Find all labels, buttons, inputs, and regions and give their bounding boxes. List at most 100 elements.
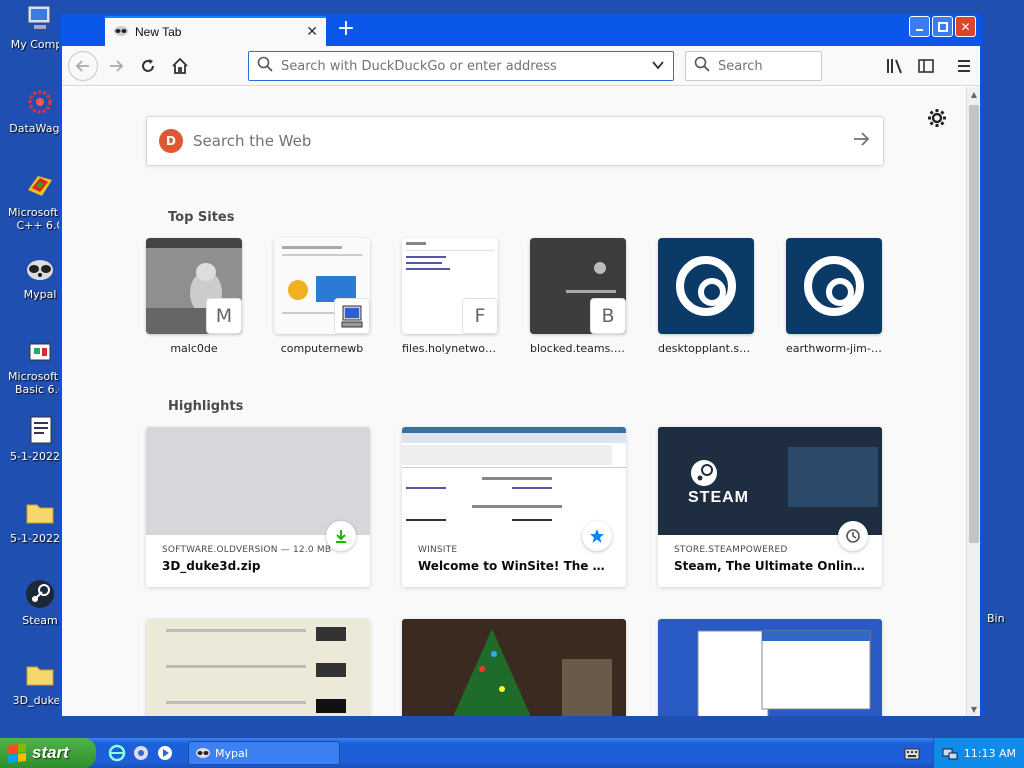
- computer-icon: [24, 2, 56, 34]
- maximize-button[interactable]: [932, 16, 953, 37]
- speech-ring-icon: [804, 256, 864, 316]
- ie-icon[interactable]: [108, 744, 126, 762]
- highlight-title: Steam, The Ultimate Online Ga...: [674, 559, 866, 573]
- highlight-source: STORE.STEAMPOWERED: [674, 545, 788, 555]
- top-site-tile[interactable]: earthworm-jim-de...: [786, 238, 882, 355]
- home-button[interactable]: [166, 52, 194, 80]
- chevron-down-icon[interactable]: [651, 57, 665, 76]
- keyboard-icon[interactable]: [904, 746, 920, 760]
- top-site-tile[interactable]: desktopplant.soft...: [658, 238, 754, 355]
- library-button[interactable]: [882, 54, 906, 78]
- forward-button[interactable]: [102, 52, 130, 80]
- highlight-card[interactable]: SOFTWARE.OLDVERSION — 12.0 MB 3D_duke3d.…: [146, 427, 370, 587]
- arrow-right-icon[interactable]: [851, 129, 871, 153]
- top-site-tile[interactable]: M malc0de: [146, 238, 242, 355]
- system-tray: 11:13 AM: [933, 738, 1024, 768]
- network-icon[interactable]: [942, 745, 958, 764]
- firework-icon: [24, 86, 56, 118]
- highlight-source: WINSITE: [418, 545, 458, 555]
- steam-logo-text: STEAM: [688, 489, 749, 506]
- new-tab-button[interactable]: +: [334, 18, 358, 42]
- new-tab-page: D Top Sites M malc0de computernewb: [62, 87, 966, 716]
- top-site-tile[interactable]: F files.holynetwork...: [402, 238, 498, 355]
- highlight-card[interactable]: WINSITE Welcome to WinSite! The place ..…: [402, 427, 626, 587]
- site-letter: F: [462, 298, 498, 334]
- scroll-thumb[interactable]: [969, 105, 979, 543]
- site-label: computernewb: [280, 342, 364, 355]
- scroll-up-icon[interactable]: ▲: [967, 87, 981, 101]
- sidebar-icon: [918, 59, 934, 73]
- recycle-bin-label[interactable]: Bin: [987, 612, 1005, 625]
- sidebar-button[interactable]: [914, 54, 938, 78]
- folder-icon: [24, 658, 56, 690]
- highlight-card[interactable]: [402, 619, 626, 716]
- web-search-input[interactable]: [193, 132, 851, 150]
- download-icon: [326, 521, 356, 551]
- tab-title: New Tab: [135, 25, 182, 39]
- highlight-title: Welcome to WinSite! The place ...: [418, 559, 610, 573]
- taskbar: start Mypal 11:13 AM: [0, 738, 1024, 768]
- close-window-button[interactable]: ✕: [955, 16, 976, 37]
- star-icon: [582, 521, 612, 551]
- site-thumbnail: [786, 238, 882, 334]
- start-label: start: [32, 743, 69, 762]
- reload-button[interactable]: [134, 52, 162, 80]
- highlight-preview: [402, 427, 626, 535]
- clock[interactable]: 11:13 AM: [964, 747, 1016, 760]
- search-input[interactable]: [718, 58, 808, 74]
- top-site-tile[interactable]: B blocked.teams.clo...: [530, 238, 626, 355]
- search-icon: [694, 56, 710, 76]
- gear-icon[interactable]: [926, 107, 948, 129]
- browser-window: New Tab ✕ + ✕ Search with DuckDuckGo or …: [59, 14, 983, 716]
- steam-icon: [24, 578, 56, 610]
- minimize-button[interactable]: [909, 16, 930, 37]
- site-letter: B: [590, 298, 626, 334]
- clock-icon: [838, 521, 868, 551]
- windows-flag-icon: [8, 743, 26, 763]
- play-icon[interactable]: [156, 744, 174, 762]
- start-button[interactable]: start: [0, 738, 96, 768]
- tab-new-tab[interactable]: New Tab ✕: [105, 16, 326, 46]
- taskbar-mypal-button[interactable]: Mypal: [188, 741, 340, 765]
- speech-ring-icon: [676, 256, 736, 316]
- highlight-card[interactable]: [146, 619, 370, 716]
- reload-icon: [142, 59, 154, 72]
- url-bar[interactable]: [248, 51, 674, 81]
- vertical-scrollbar[interactable]: ▲ ▼: [966, 87, 980, 716]
- raccoon-icon: [24, 252, 56, 284]
- duckduckgo-logo-icon: D: [159, 129, 183, 153]
- highlight-card[interactable]: STEAM STORE.STEAMPOWERED Steam, The Ulti…: [658, 427, 882, 587]
- back-button[interactable]: [68, 51, 98, 81]
- site-label: blocked.teams.clo...: [530, 342, 626, 355]
- site-thumbnail: [658, 238, 754, 334]
- raccoon-icon: [195, 744, 211, 763]
- nav-toolbar: [62, 46, 980, 86]
- task-label: Mypal: [215, 746, 248, 760]
- visual-basic-icon: [24, 334, 56, 366]
- arrow-right-icon: [110, 60, 124, 72]
- url-input[interactable]: [281, 58, 651, 74]
- menu-button[interactable]: [952, 54, 976, 78]
- media-icon[interactable]: [132, 744, 150, 762]
- site-label: earthworm-jim-de...: [786, 342, 882, 355]
- highlight-card[interactable]: [658, 619, 882, 716]
- top-site-tile[interactable]: computernewb: [274, 238, 370, 355]
- highlight-preview: STEAM: [658, 427, 882, 535]
- highlight-title: 3D_duke3d.zip: [162, 559, 261, 573]
- search-bar[interactable]: [685, 51, 822, 81]
- library-icon: [887, 59, 902, 74]
- site-letter: [334, 298, 370, 334]
- web-search-box[interactable]: D: [146, 116, 884, 166]
- folder-icon: [24, 496, 56, 528]
- site-thumbnail: M: [146, 238, 242, 334]
- site-thumbnail: F: [402, 238, 498, 334]
- site-thumbnail: [274, 238, 370, 334]
- site-label: files.holynetwork...: [402, 342, 498, 355]
- computer-icon: [341, 305, 363, 328]
- arrow-left-icon: [75, 60, 89, 72]
- scroll-down-icon[interactable]: ▼: [967, 702, 981, 716]
- site-thumbnail: B: [530, 238, 626, 334]
- close-tab-icon[interactable]: ✕: [306, 24, 318, 40]
- site-label: malc0de: [170, 342, 218, 355]
- site-label: desktopplant.soft...: [658, 342, 754, 355]
